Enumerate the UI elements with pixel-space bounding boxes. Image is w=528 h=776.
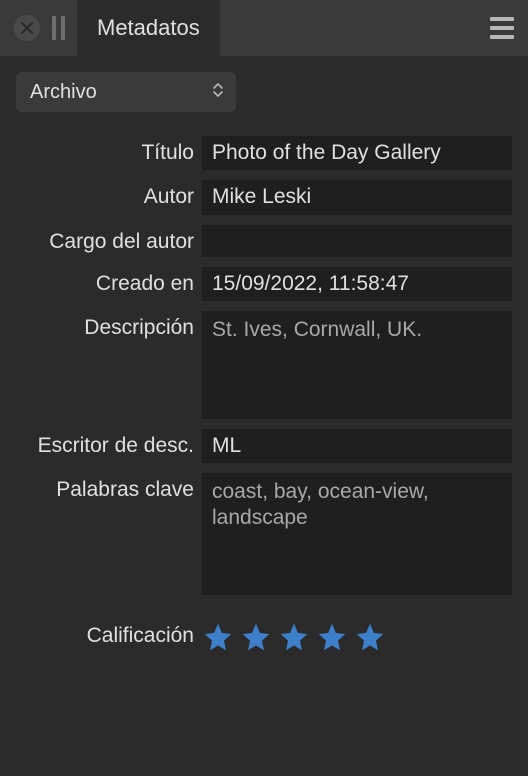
field-autor[interactable]: Mike Leski bbox=[202, 180, 512, 214]
field-palabras[interactable]: coast, bay, ocean-view, landscape bbox=[202, 473, 512, 595]
dropdown-selected: Archivo bbox=[30, 81, 97, 104]
panel-menu-button[interactable] bbox=[490, 17, 514, 39]
label-descripcion: Descripción bbox=[16, 311, 194, 340]
star-2[interactable] bbox=[240, 621, 272, 658]
field-creado[interactable]: 15/09/2022, 11:58:47 bbox=[202, 267, 512, 301]
section-dropdown[interactable]: Archivo bbox=[16, 72, 236, 112]
label-palabras: Palabras clave bbox=[16, 473, 194, 502]
rating-stars bbox=[202, 619, 512, 658]
field-escritor[interactable]: ML bbox=[202, 429, 512, 463]
star-3[interactable] bbox=[278, 621, 310, 658]
panel-body: Archivo Título Photo of the Day Gallery … bbox=[0, 56, 528, 776]
field-descripcion[interactable]: St. Ives, Cornwall, UK. bbox=[202, 311, 512, 419]
label-autor: Autor bbox=[16, 180, 194, 209]
chevron-updown-icon bbox=[212, 82, 224, 103]
field-titulo[interactable]: Photo of the Day Gallery bbox=[202, 136, 512, 170]
label-calificacion: Calificación bbox=[16, 619, 194, 648]
hamburger-icon bbox=[490, 17, 514, 21]
field-cargo[interactable] bbox=[202, 225, 512, 257]
metadata-form: Título Photo of the Day Gallery Autor Mi… bbox=[16, 136, 512, 658]
label-titulo: Título bbox=[16, 136, 194, 165]
panel-titlebar: Metadatos bbox=[0, 0, 528, 56]
tab-label: Metadatos bbox=[97, 15, 200, 41]
tab-metadata[interactable]: Metadatos bbox=[77, 0, 220, 56]
star-4[interactable] bbox=[316, 621, 348, 658]
close-icon bbox=[21, 22, 33, 34]
label-cargo: Cargo del autor bbox=[16, 225, 194, 254]
star-5[interactable] bbox=[354, 621, 386, 658]
pause-icon bbox=[52, 16, 65, 40]
close-button[interactable] bbox=[14, 15, 40, 41]
label-creado: Creado en bbox=[16, 267, 194, 296]
star-1[interactable] bbox=[202, 621, 234, 658]
label-escritor: Escritor de desc. bbox=[16, 429, 194, 458]
metadata-panel: Metadatos Archivo Título Photo of the Da… bbox=[0, 0, 528, 776]
